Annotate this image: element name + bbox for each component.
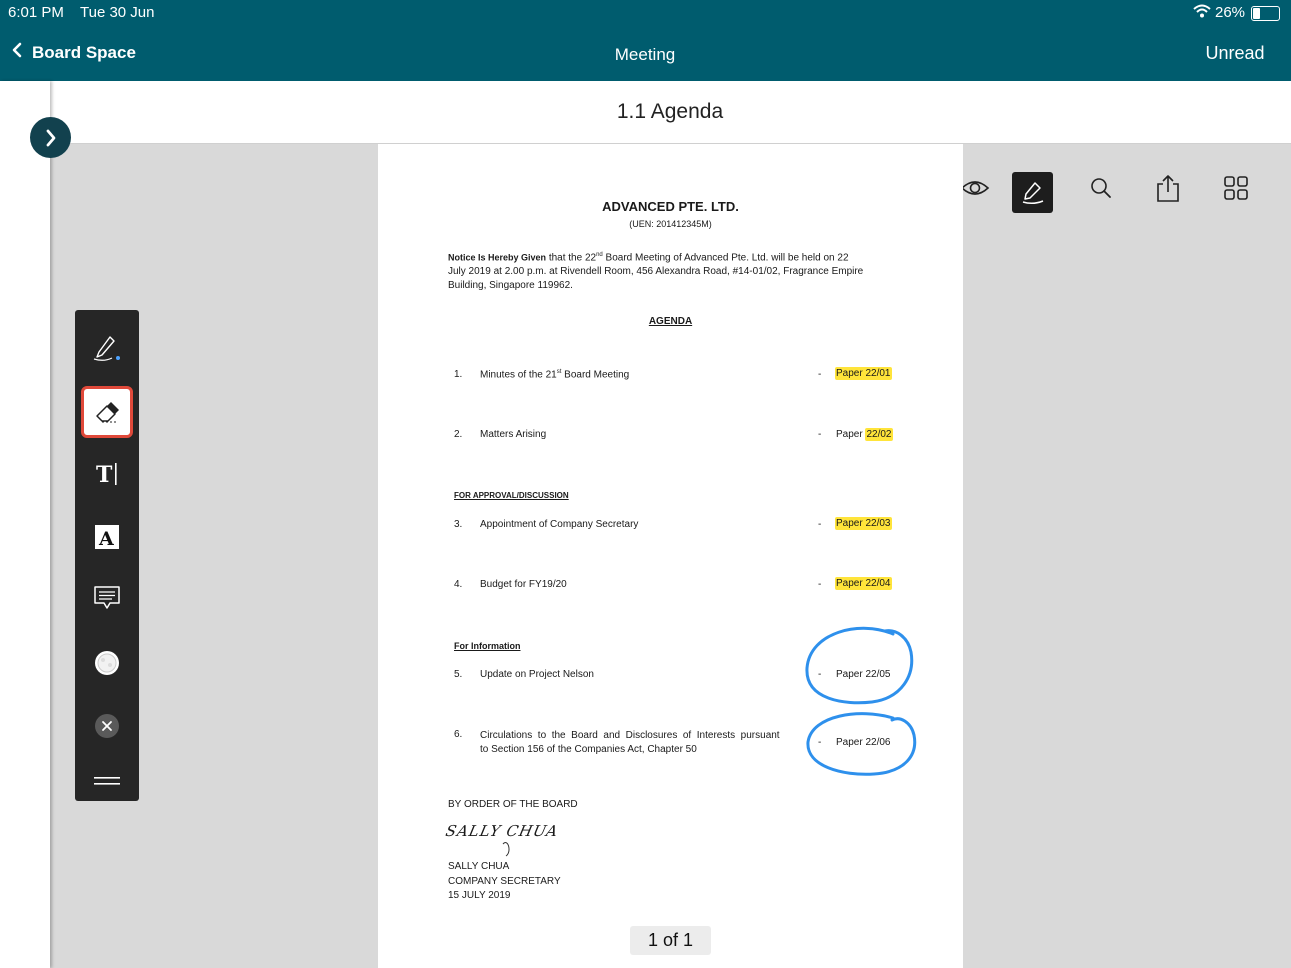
unread-button[interactable]: Unread (1180, 43, 1290, 64)
agenda-item-text: Appointment of Company Secretary (480, 519, 639, 530)
back-button[interactable]: Board Space (10, 41, 136, 64)
page-indicator: 1 of 1 (630, 926, 711, 955)
wifi-icon (1192, 3, 1212, 23)
color-picker-icon[interactable] (81, 637, 133, 689)
back-label: Board Space (32, 42, 136, 62)
annotate-icon[interactable] (1012, 172, 1053, 213)
agenda-item-number: 1. (454, 369, 463, 380)
document-title: 1.1 Agenda (616, 100, 724, 123)
by-order-text: BY ORDER OF THE BOARD (448, 799, 578, 810)
agenda-item-dash: - (818, 737, 822, 748)
section-heading-information: For Information (454, 641, 521, 651)
menu-icon[interactable] (81, 755, 133, 807)
side-panel (0, 81, 50, 968)
nav-bar: Board Space Meeting Unread (0, 26, 1291, 81)
agenda-item-paper[interactable]: Paper 22/06 (836, 737, 891, 748)
status-time: 6:01 PM (8, 4, 64, 21)
company-name: ADVANCED PTE. LTD. (602, 199, 739, 214)
agenda-item-paper[interactable]: Paper 22/01 (835, 367, 892, 380)
search-icon[interactable] (1086, 173, 1116, 203)
eye-icon[interactable] (958, 173, 992, 203)
agenda-item-dash: - (818, 369, 822, 380)
status-date: Tue 30 Jun (80, 4, 155, 21)
share-icon[interactable] (1153, 173, 1183, 203)
document-toolbar: 1.1 Agenda (0, 81, 1291, 213)
status-bar: 6:01 PM Tue 30 Jun 26% (0, 0, 1291, 26)
battery-icon (1251, 6, 1280, 21)
chevron-left-icon (10, 41, 24, 64)
agenda-item-number: 6. (454, 729, 463, 740)
drawing-tools-palette: T A (75, 310, 139, 801)
comment-icon[interactable] (81, 572, 133, 624)
signatory-block: SALLY CHUA COMPANY SECRETARY 15 JULY 201… (448, 861, 561, 901)
agenda-item-paper[interactable]: Paper 22/03 (835, 517, 892, 530)
agenda-item-text: Matters Arising (480, 429, 547, 440)
agenda-item-text: Circulations to the Board and Disclosure… (480, 730, 780, 755)
expand-panel-button[interactable] (30, 117, 71, 158)
agenda-item-text: Budget for FY19/20 (480, 579, 567, 590)
grid-icon[interactable] (1221, 173, 1251, 203)
meeting-notice: Notice Is Hereby Given that the 22nd Boa… (448, 252, 864, 292)
svg-text:A: A (98, 528, 114, 550)
svg-text:T: T (96, 462, 113, 488)
agenda-heading: AGENDA (648, 316, 693, 327)
section-heading-approval: For Approval/Discussion (454, 491, 569, 500)
agenda-item-text: Update on Project Nelson (480, 669, 594, 680)
agenda-item-number: 4. (454, 579, 463, 590)
document-page: ADVANCED PTE. LTD. (UEN: 201412345M) Not… (378, 144, 963, 968)
agenda-item-dash: - (818, 669, 822, 680)
agenda-item-dash: - (818, 519, 822, 530)
company-uen: (UEN: 201412345M) (629, 219, 712, 229)
agenda-item-paper[interactable]: Paper 22/05 (836, 669, 891, 680)
eraser-icon[interactable] (81, 386, 133, 438)
close-icon[interactable] (81, 700, 133, 752)
pen-icon[interactable] (81, 322, 133, 374)
agenda-item-paper[interactable]: Paper 22/04 (835, 577, 892, 590)
agenda-item-dash: - (818, 579, 822, 590)
agenda-item-number: 5. (454, 669, 463, 680)
nav-title: Meeting (614, 45, 676, 64)
text-cursor-icon[interactable]: T (81, 448, 133, 500)
agenda-item-number: 3. (454, 519, 463, 530)
agenda-item-paper[interactable]: Paper 22/02 (836, 428, 893, 441)
signature: SALLY CHUA (444, 822, 561, 840)
agenda-item-number: 2. (454, 429, 463, 440)
agenda-item-text: Minutes of the 21st Board Meeting (480, 369, 630, 381)
text-box-icon[interactable]: A (81, 511, 133, 563)
battery-percent: 26% (1215, 4, 1246, 21)
agenda-item-dash: - (818, 429, 822, 440)
chevron-right-icon (42, 127, 60, 154)
